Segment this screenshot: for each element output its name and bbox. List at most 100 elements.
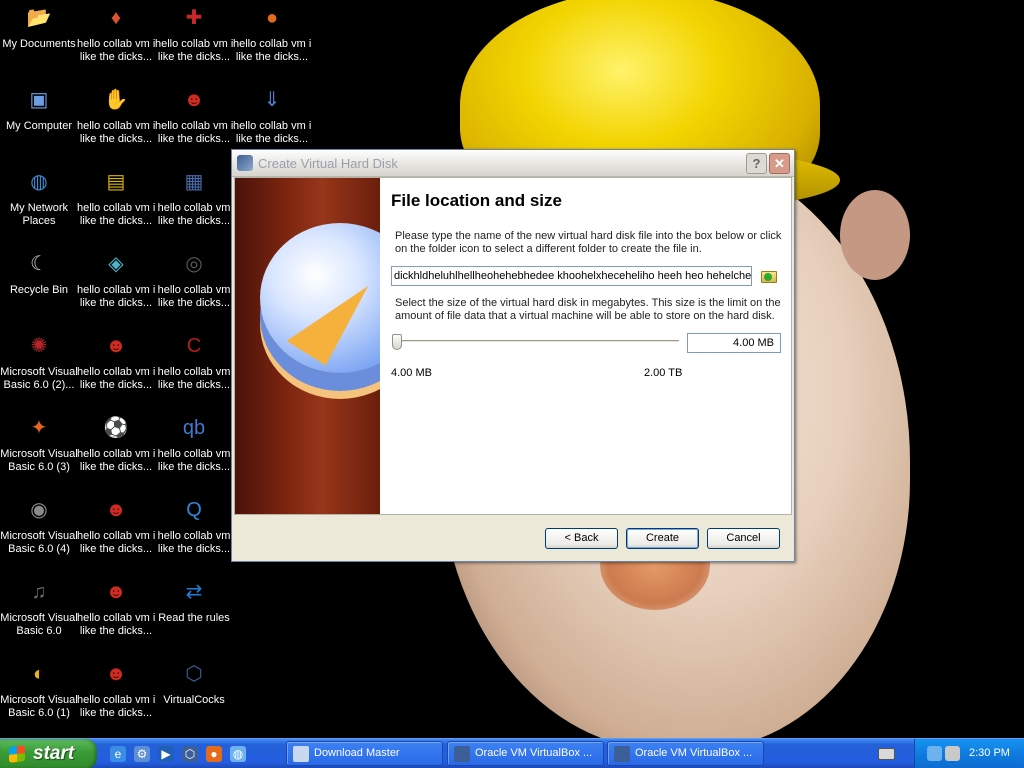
desktop-icon[interactable]: ☻ hello collab vm i like the dicks... [77,576,155,652]
desktop-icon-label: like the dicks... [157,297,231,309]
virtualbox-icon[interactable]: ⬡ [182,746,198,762]
settings-icon[interactable]: ⚙ [134,746,150,762]
desktop-icon-label: hello collab vm i [77,202,155,214]
size-slider-thumb[interactable] [392,334,402,350]
vb-icon: ✺ [30,335,48,357]
desktop-icon[interactable]: ▤ hello collab vm i like the dicks... [77,166,155,242]
taskbar-task-button[interactable]: Download Master [286,741,443,766]
desktop-icon[interactable]: ⇄ Read the rules [155,576,233,652]
create-button[interactable]: Create [626,528,699,549]
desktop-icon-label: hello collab vm i [77,284,155,296]
back-button[interactable]: < Back [545,528,618,549]
desktop-icon-label: hello collab vm i [155,38,233,50]
desktop-icon[interactable]: ♫ Microsoft Visual Basic 6.0 [0,576,78,652]
folder-arrow-icon [764,273,772,281]
desktop-icon-label: Basic 6.0 (1) [8,707,70,719]
desktop-icon[interactable]: 📂 My Documents [0,2,78,78]
taskbar-task-label: Download Master [314,747,400,759]
desktop-icon-label: Microsoft Visual [0,366,78,378]
taskbar-task-label: Oracle VM VirtualBox ... [635,747,753,759]
shortcut-app-icon: ◎ [185,253,203,275]
desktop-icon-label: hello collab vm i [77,366,155,378]
size-slider-track[interactable] [396,340,679,343]
wizard-side-image [235,178,380,514]
desktop-icon-label: like the dicks... [79,543,153,555]
firefox-icon[interactable]: ● [206,746,222,762]
desktop-icon-label: Basic 6.0 (4) [8,543,70,555]
wallpaper-hamster-ear [840,190,910,280]
desktop-icon-label: like the dicks... [79,133,153,145]
hand-icon: ✋ [103,89,129,111]
dialog-title: Create Virtual Hard Disk [258,156,398,171]
network-icon[interactable]: ◍ [230,746,246,762]
desktop-icon-label: like the dicks... [235,133,309,145]
vb-icon: ♫ [31,581,47,603]
desktop-icon[interactable]: ☻ hello collab vm i like the dicks... [77,330,155,406]
desktop-icon-label: hello collab vm i [77,38,155,50]
wizard-main-pane: File location and size Please type the n… [391,178,791,514]
desktop-icon[interactable]: ☾ Recycle Bin [0,248,78,324]
desktop-icon[interactable]: ● hello collab vm i like the dicks... [233,2,311,78]
desktop-icon-label: My Computer [5,120,73,132]
desktop-icon-label: Microsoft Visual [0,612,78,624]
desktop-icon[interactable]: ✦ Microsoft Visual Basic 6.0 (3) [0,412,78,488]
desktop-icon[interactable]: ✺ Microsoft Visual Basic 6.0 (2)... [0,330,78,406]
ie-icon[interactable]: e [110,746,126,762]
desktop-icon[interactable]: ☻ hello collab vm i like the dicks... [155,84,233,160]
desktop-icon[interactable]: Chello collab vm like the dicks... [155,330,233,406]
taskbar-task-button[interactable]: Oracle VM VirtualBox ... [447,741,604,766]
raccoon-icon: ◉ [30,499,48,521]
desktop-icon-label: hello collab vm i [155,120,233,132]
desktop-icon[interactable]: ♦ hello collab vm i like the dicks... [77,2,155,78]
clock: 2:30 PM [969,747,1010,759]
help-button[interactable]: ? [746,153,767,174]
film-icon: ▦ [184,171,204,193]
desktop-icon[interactable]: ✚ hello collab vm i like the dicks... [155,2,233,78]
desktop-icon[interactable]: ⬡ VirtualCocks [155,658,233,734]
desktop-icon[interactable]: ⚽ hello collab vm i like the dicks... [77,412,155,488]
cancel-button[interactable]: Cancel [707,528,780,549]
taskbar-task-button[interactable]: Oracle VM VirtualBox ... [607,741,764,766]
volume-tray-icon[interactable] [945,746,960,761]
dialog-titlebar[interactable]: Create Virtual Hard Disk ? ✕ [232,150,794,177]
virtualbox-icon: ⬡ [185,663,203,685]
desktop-icon[interactable]: ◐ Microsoft Visual Basic 6.0 (1) [0,658,78,734]
desktop-icon[interactable]: qb hello collab vm like the dicks... [155,412,233,488]
desktop-icon[interactable]: ▣ My Computer [0,84,78,160]
virtualbox-icon [614,746,630,762]
desktop-icon[interactable]: ☻ hello collab vm i like the dicks... [77,658,155,734]
desktop-icon[interactable]: ◈ hello collab vm i like the dicks... [77,248,155,324]
shortcut-app-icon: ♦ [110,7,122,29]
desktop-icon-label: hello collab vm i [77,448,155,460]
desktop-icon[interactable]: ✋ hello collab vm i like the dicks... [77,84,155,160]
start-button[interactable]: start [0,739,97,768]
desktop-icon[interactable]: ◎ hello collab vm like the dicks... [155,248,233,324]
desktop-icon[interactable]: ◍ My Network Places [0,166,78,242]
shortcut-app-icon: ◈ [108,253,124,275]
shortcut-app-icon: ✚ [185,7,203,29]
desktop-icon-label: hello collab vm [157,448,231,460]
desktop-icon-label: Microsoft Visual [0,448,78,460]
desktop-icon[interactable]: ◉ Microsoft Visual Basic 6.0 (4) [0,494,78,570]
desktop-icon-label: hello collab vm [157,202,231,214]
shortcut-app-icon: C [186,335,202,357]
close-button[interactable]: ✕ [769,153,790,174]
desktop-icon-label: like the dicks... [79,461,153,473]
network-tray-icon[interactable] [927,746,942,761]
folder-select-icon[interactable] [760,267,778,284]
file-location-input[interactable]: dickhldheluhlhellheohehebhedee khoohelxh… [391,266,752,286]
desktop-icon[interactable]: Qhello collab vm like the dicks... [155,494,233,570]
start-label: start [33,743,75,764]
computer-icon: ▣ [29,89,49,111]
size-input[interactable]: 4.00 MB [687,333,781,353]
desktop-icon[interactable]: ▦ hello collab vm like the dicks... [155,166,233,242]
media-player-icon[interactable]: ▶ [158,746,174,762]
windows-flag-icon [9,745,25,763]
wizard-page: File location and size Please type the n… [234,177,792,515]
desktop-icon-label: like the dicks... [157,51,231,63]
desktop-icon[interactable]: ☻ hello collab vm i like the dicks... [77,494,155,570]
keyboard-icon[interactable] [878,748,895,760]
desktop-icon-label: like the dicks... [235,51,309,63]
size-max-label: 2.00 TB [644,367,683,379]
shortcut-app-icon: ⇓ [263,89,281,111]
